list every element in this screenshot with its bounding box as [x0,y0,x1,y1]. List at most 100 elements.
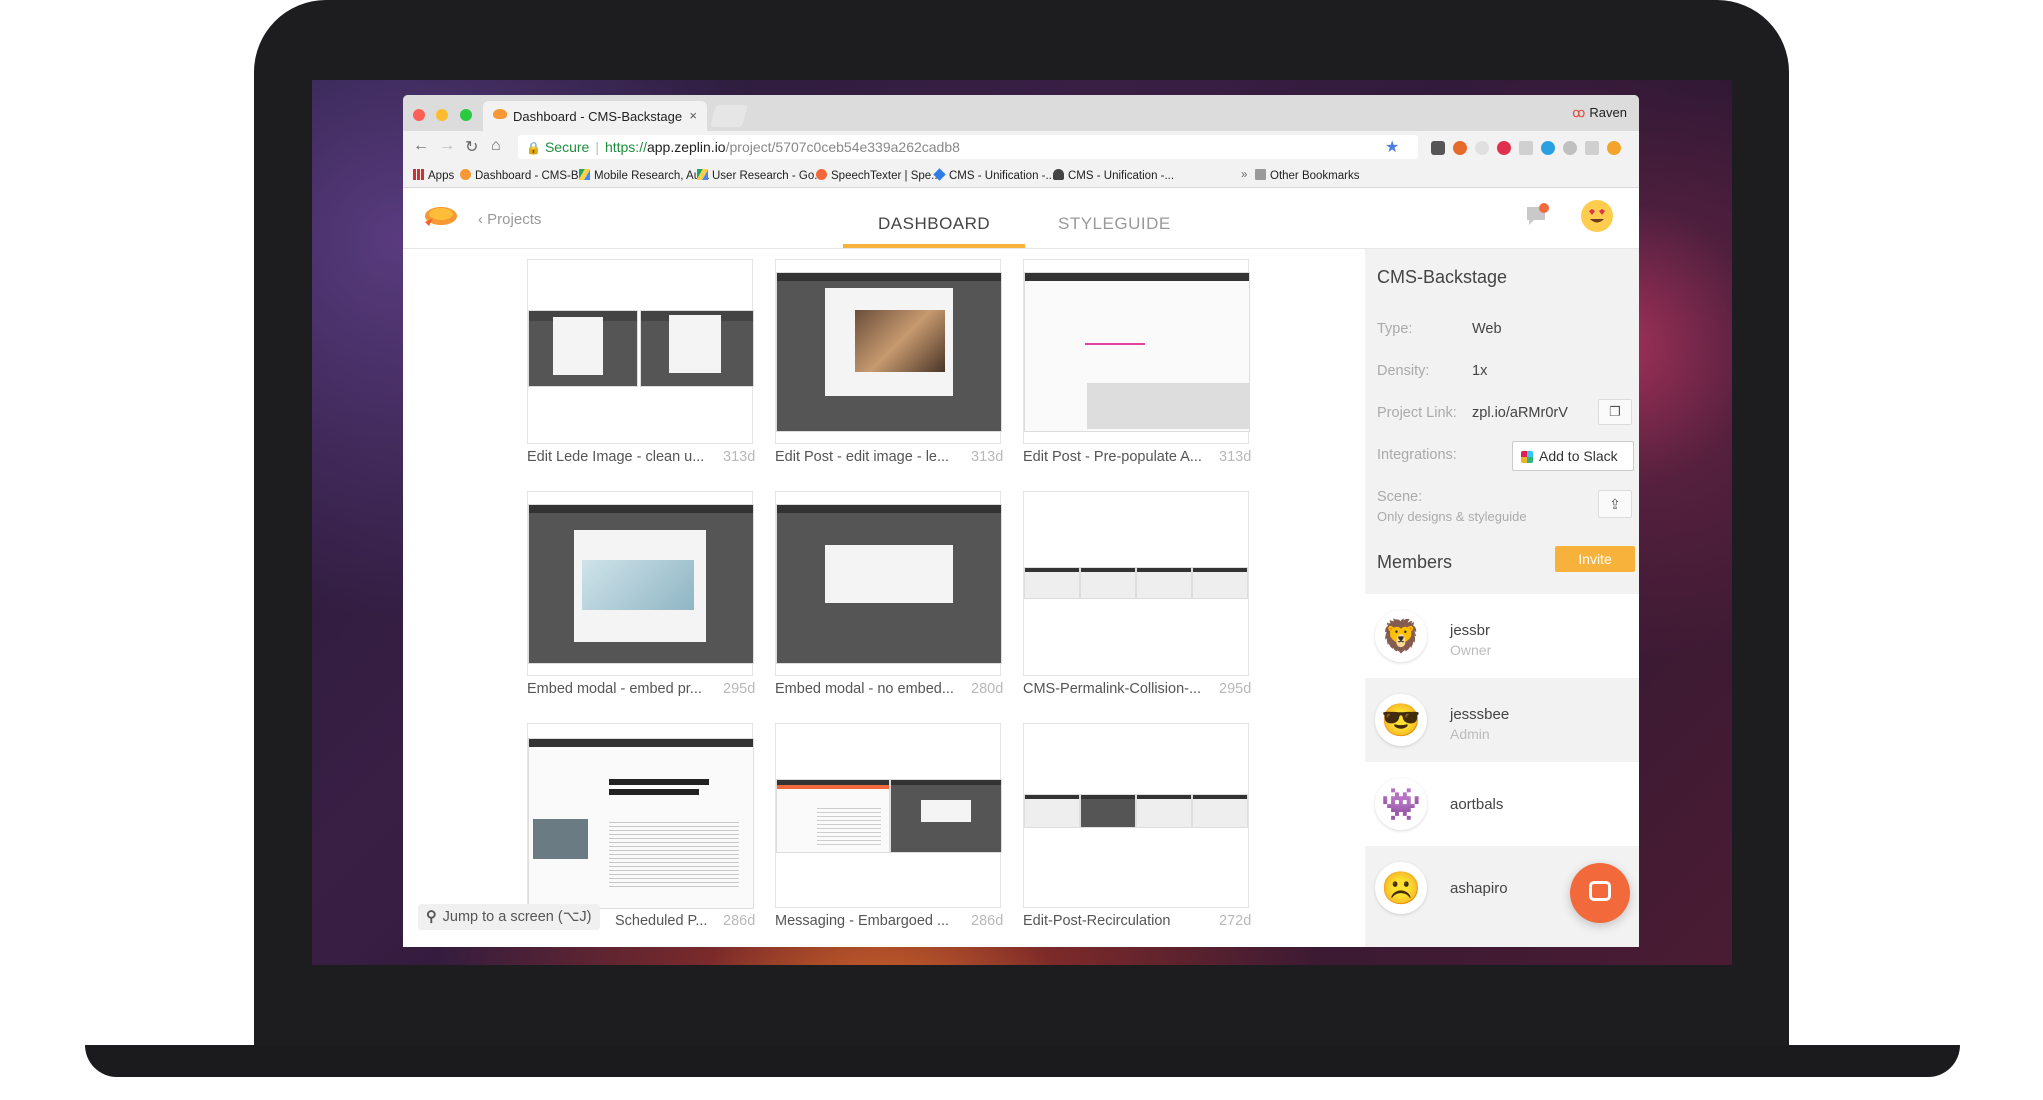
screen-name: Messaging - Embargoed ... [775,913,950,929]
cloud-extension-icon[interactable] [1475,141,1489,155]
screen-name: CMS-Permalink-Collision-... [1023,681,1202,697]
other-bookmarks-label: Other Bookmarks [1270,170,1360,182]
screen-thumbnail [640,310,754,387]
member-avatar: 👾 [1375,778,1427,830]
screen-card[interactable] [1023,259,1250,444]
honey-extension-icon[interactable] [1607,141,1621,155]
member-row[interactable]: 🦁 jessbr Owner [1365,594,1639,678]
tab-dashboard[interactable]: DASHBOARD [878,214,990,234]
browser-tab[interactable]: Dashboard - CMS-Backstage × [483,101,707,131]
screen-thumbnail [1024,794,1080,828]
bookmark-dashboard[interactable]: Dashboard - CMS-B... [460,169,588,182]
screen-age: 295d [723,681,756,697]
tab-title: Dashboard - CMS-Backstage [513,109,683,124]
zeplin-favicon-icon [493,109,507,119]
circle-extension-icon[interactable] [1541,141,1555,155]
profile-button[interactable]: ꝏ Raven [1572,105,1627,121]
notifications-icon[interactable] [1524,203,1550,229]
screen-name: Edit Post - Pre-populate A... [1023,449,1202,465]
screen-card[interactable] [527,723,754,909]
screen-card[interactable] [775,723,1002,908]
screen-age: 313d [723,449,756,465]
support-chat-button[interactable] [1570,863,1630,923]
bookmark-star-icon[interactable]: ★ [1385,137,1399,157]
laptop-base [85,1045,1960,1077]
screen-card[interactable] [775,491,1002,676]
page-extension-icon[interactable] [1519,141,1533,155]
screen-card[interactable] [527,491,754,676]
producthunt-extension-icon[interactable] [1453,141,1467,155]
screen-age: 280d [971,681,1004,697]
screen-thumbnail [1024,272,1250,432]
screen-age: 286d [971,913,1004,929]
project-sidebar: CMS-Backstage Type: Web Density: 1x Proj… [1365,249,1639,947]
bookmark-label: User Research - Go... [712,170,824,182]
screen-name: Embed modal - embed pr... [527,681,702,697]
copy-link-button[interactable]: ❐ [1598,399,1632,425]
member-name: jessbr [1450,622,1491,639]
density-label: Density: [1377,363,1430,379]
user-avatar[interactable] [1581,200,1613,232]
folder-icon [1255,169,1266,180]
close-window-button[interactable] [413,109,425,121]
member-name: jesssbee [1450,706,1510,723]
home-icon[interactable]: ⌂ [491,137,501,155]
bookmark-apps[interactable]: Apps [413,169,454,182]
thumbnail-modal [574,530,706,642]
speech-icon [816,169,827,180]
jump-label: Jump to a screen (⌥J) [442,909,592,925]
screen-card[interactable] [1023,723,1249,908]
bookmark-user-research[interactable]: User Research - Go... [697,169,824,182]
invite-button[interactable]: Invite [1555,546,1635,572]
pinterest-extension-icon[interactable] [1497,141,1511,155]
drive-icon [579,169,590,180]
address-bar[interactable]: 🔒 Secure | https://app.zeplin.io/project/57… [518,135,1418,159]
screen-card[interactable] [527,259,754,444]
maximize-window-button[interactable] [459,109,472,121]
member-role: Owner [1450,642,1492,658]
zeplin-logo-icon[interactable] [423,202,459,228]
jump-to-screen-search[interactable]: ⚲ Jump to a screen (⌥J) [418,904,600,930]
bookmark-speechtexter[interactable]: SpeechTexter | Spe... [816,169,941,182]
member-avatar: 😎 [1375,694,1427,746]
thumbnail-headline [609,779,709,785]
screen-thumbnail [528,310,638,387]
bookmark-label: CMS - Unification -... [1068,170,1175,182]
screen-thumbnail [1192,567,1248,599]
screen-card[interactable] [1023,491,1249,676]
integrations-label: Integrations: [1377,447,1457,463]
bookmarks-overflow-icon[interactable]: » [1241,169,1247,181]
minimize-window-button[interactable] [436,109,449,121]
tab-styleguide[interactable]: STYLEGUIDE [1058,214,1171,234]
screen-age: 286d [723,913,756,929]
member-row[interactable]: 😎 jesssbee Admin [1365,678,1639,762]
add-to-slack-button[interactable]: Add to Slack [1512,441,1634,471]
other-bookmarks[interactable]: Other Bookmarks [1255,169,1359,182]
thumbnail-photo [582,560,694,610]
thumbnail-photo [855,310,945,372]
share-scene-button[interactable]: ⇪ [1598,490,1632,518]
chat-extension-icon[interactable] [1563,141,1577,155]
close-tab-icon[interactable]: × [689,108,697,123]
pocket-extension-icon[interactable] [1431,141,1445,155]
screen-card[interactable] [775,259,1002,444]
forward-arrow-icon[interactable]: → [439,137,455,155]
back-to-projects-link[interactable]: ‹ Projects [478,211,541,228]
reload-icon[interactable]: ↻ [465,137,478,157]
bookmark-cms-unification-2[interactable]: CMS - Unification -... [1053,169,1174,182]
bookmark-label: Dashboard - CMS-B... [475,170,589,182]
tab-extension-icon[interactable] [1585,141,1599,155]
back-arrow-icon[interactable]: ← [413,137,429,155]
bookmark-cms-unification-1[interactable]: CMS - Unification -... [933,168,1055,182]
thumbnail-modal [553,317,603,375]
screen-thumbnail [528,738,754,909]
member-row[interactable]: 👾 aortbals [1365,762,1639,846]
scene-value: Only designs & styleguide [1377,509,1527,524]
screen-thumbnail [1024,567,1080,599]
bookmark-label: SpeechTexter | Spe... [831,170,941,182]
screen-thumbnail [1192,794,1248,828]
bookmark-mobile-research[interactable]: Mobile Research, Au... [579,169,710,182]
thumbnail-banner [777,785,889,789]
new-tab-button[interactable] [710,105,748,127]
project-link-value[interactable]: zpl.io/aRMr0rV [1472,405,1568,421]
